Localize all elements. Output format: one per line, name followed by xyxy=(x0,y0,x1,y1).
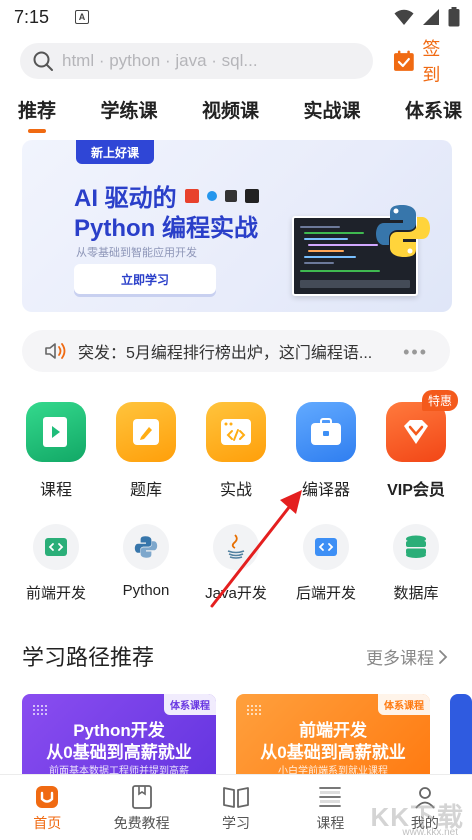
tab-video[interactable]: 视频课 xyxy=(202,96,259,128)
notification-a-icon: A xyxy=(75,10,90,24)
feature-practice-label: 实战 xyxy=(219,482,252,499)
nav-free-tutorials-label: 免费教程 xyxy=(113,815,170,831)
course-card-frontend[interactable]: 体系课程 前端开发 从0基础到高薪就业 小白学前端系到就业课程 xyxy=(236,694,430,776)
category-java[interactable]: Java开发 xyxy=(192,524,280,603)
database-icon xyxy=(393,524,439,570)
banner-tag: 新上好课 xyxy=(76,140,154,164)
status-time: 7:15 xyxy=(14,6,50,27)
tool-icon-docker xyxy=(206,190,217,201)
tab-system[interactable]: 体系课 xyxy=(405,96,462,128)
chevron-right-icon xyxy=(439,649,448,664)
toolbox-icon xyxy=(296,402,356,462)
frontend-icon xyxy=(33,524,79,570)
feature-vip-label: VIP会员 xyxy=(387,482,445,499)
tool-icon-red xyxy=(184,188,199,203)
search-input[interactable]: html · python · java · sql... xyxy=(20,43,373,79)
discount-badge: 特惠 xyxy=(421,390,458,411)
tab-recommend[interactable]: 推荐 xyxy=(18,96,56,133)
category-backend-label: 后端开发 xyxy=(295,585,356,602)
search-placeholder: html · python · java · sql... xyxy=(62,51,258,70)
signin-button[interactable]: 签到 xyxy=(393,35,458,87)
tool-icon-cube xyxy=(224,189,237,202)
tab-practice[interactable]: 学练课 xyxy=(100,96,157,128)
calendar-check-icon xyxy=(393,50,414,71)
announcement-text: 突发：5月编程排行榜出炉，这门编程语... xyxy=(78,345,373,362)
card-subtitle: 从0基础到高薪就业 xyxy=(46,743,192,762)
feature-compiler[interactable]: 编译器 xyxy=(282,402,370,500)
python-icon xyxy=(123,524,169,570)
pencil-note-icon xyxy=(116,402,176,462)
bookmark-book-icon xyxy=(131,785,152,809)
feature-vip[interactable]: 特惠 VIP会员 xyxy=(372,390,460,500)
category-python-label: Python xyxy=(122,582,170,599)
code-window-icon xyxy=(206,402,266,462)
status-bar: 7:15 A xyxy=(0,0,472,34)
more-courses-link[interactable]: 更多课程 xyxy=(366,644,448,669)
category-tabs: 推荐 学练课 视频课 实战课 体系课 xyxy=(18,96,462,133)
more-options-icon[interactable]: ••• xyxy=(403,342,428,363)
search-icon xyxy=(33,51,53,71)
status-icons xyxy=(394,7,460,27)
battery-icon xyxy=(448,7,460,27)
card-dots-decoration xyxy=(32,704,48,716)
category-python[interactable]: Python xyxy=(102,524,190,603)
category-database[interactable]: 数据库 xyxy=(372,524,460,603)
speaker-icon xyxy=(45,343,66,359)
card-dots-decoration xyxy=(246,704,262,716)
more-courses-label: 更多课程 xyxy=(366,649,434,668)
open-book-icon xyxy=(223,787,249,808)
feature-course[interactable]: 课程 xyxy=(12,402,100,500)
card-tag: 体系课程 xyxy=(378,694,430,715)
category-frontend-label: 前端开发 xyxy=(25,585,86,602)
section-title: 学习路径推荐 xyxy=(22,645,155,670)
card-tag: 体系课程 xyxy=(164,694,216,715)
play-book-icon xyxy=(26,402,86,462)
nav-courses[interactable]: 课程 xyxy=(283,775,377,840)
watermark-url: www.kkx.net xyxy=(402,827,458,838)
main-feature-grid: 课程 题库 实战 编译器 特惠 VIP会员 xyxy=(12,390,460,500)
feature-question-bank[interactable]: 题库 xyxy=(102,402,190,500)
banner-title-line2: Python 编程实战 xyxy=(74,215,258,242)
python-logo-icon xyxy=(376,205,430,257)
signin-label: 签到 xyxy=(422,39,441,85)
layers-icon xyxy=(319,787,342,807)
category-grid: 前端开发 Python Java开发 后端开发 数据库 xyxy=(12,524,460,603)
search-row: html · python · java · sql... 签到 xyxy=(20,39,458,85)
java-icon xyxy=(213,524,259,570)
course-card-partial[interactable] xyxy=(450,694,472,776)
home-icon xyxy=(36,786,59,808)
category-frontend[interactable]: 前端开发 xyxy=(12,524,100,603)
nav-free-tutorials[interactable]: 免费教程 xyxy=(94,775,188,840)
nav-home-label: 首页 xyxy=(33,815,62,831)
course-card-python[interactable]: 体系课程 Python开发 从0基础到高薪就业 前面基本数据工程师并提到高薪 xyxy=(22,694,216,776)
nav-home[interactable]: 首页 xyxy=(0,775,94,840)
banner-learn-button[interactable]: 立即学习 xyxy=(74,264,216,294)
tool-icon-dark xyxy=(244,188,259,203)
backend-icon xyxy=(303,524,349,570)
promo-banner[interactable]: 新上好课 AI 驱动的 Python 编程实战 从零基础到智能应用开发 立即学习 xyxy=(22,140,452,312)
nav-courses-label: 课程 xyxy=(316,815,345,831)
wifi-icon xyxy=(394,9,414,25)
nav-study-label: 学习 xyxy=(222,815,251,831)
feature-compiler-label: 编译器 xyxy=(301,482,350,499)
category-database-label: 数据库 xyxy=(393,585,439,602)
banner-subtitle: 从零基础到智能应用开发 xyxy=(76,247,197,259)
tab-project[interactable]: 实战课 xyxy=(303,96,360,128)
card-subtitle: 从0基础到高薪就业 xyxy=(260,743,406,762)
signal-icon xyxy=(423,9,439,25)
announcement-bar[interactable]: 突发：5月编程排行榜出炉，这门编程语... ••• xyxy=(22,330,450,372)
vip-diamond-icon: 特惠 xyxy=(386,390,458,462)
feature-course-label: 课程 xyxy=(39,482,72,499)
category-backend[interactable]: 后端开发 xyxy=(282,524,370,603)
feature-question-bank-label: 题库 xyxy=(129,482,162,499)
category-java-label: Java开发 xyxy=(205,585,267,602)
nav-study[interactable]: 学习 xyxy=(189,775,283,840)
feature-practice[interactable]: 实战 xyxy=(192,402,280,500)
